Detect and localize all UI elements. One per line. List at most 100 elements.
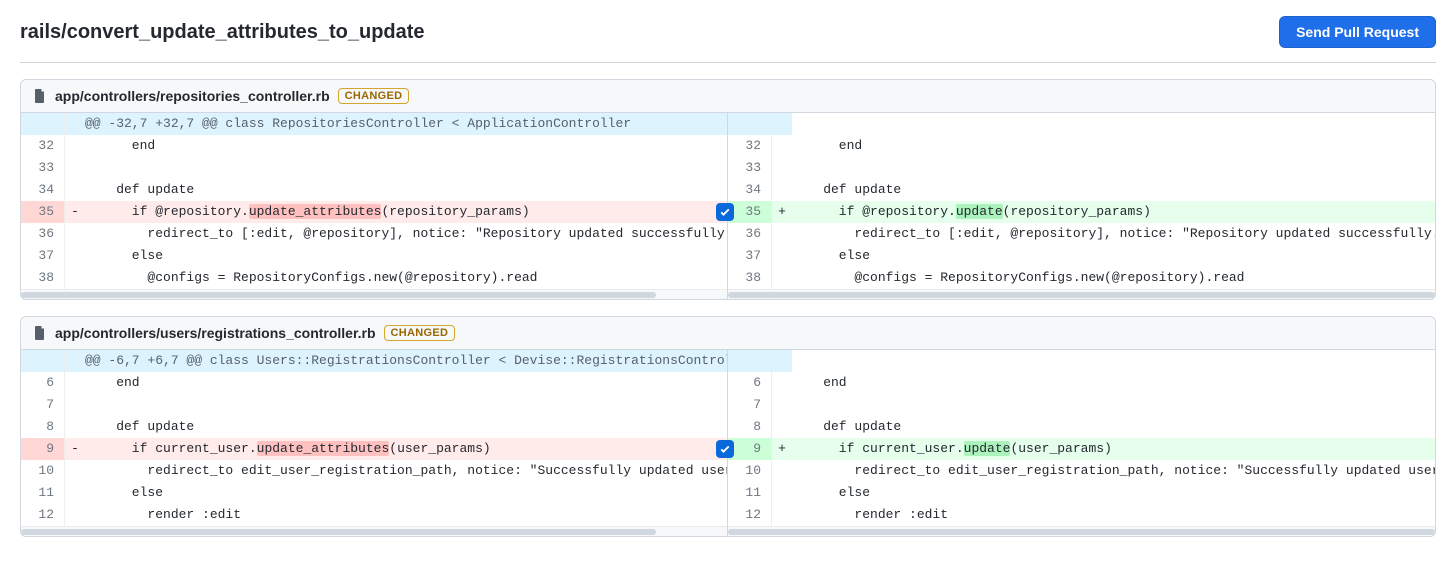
diff-line-context: 37 else (728, 245, 1435, 267)
diff-line-context: 33 (21, 157, 727, 179)
code-content: redirect_to [:edit, @repository], notice… (85, 223, 728, 245)
diff-line-addition: 9+ if current_user.update(user_params) (728, 438, 1435, 460)
diff-line-context: 12 render :edit (21, 504, 727, 526)
diff-line-context: 10 redirect_to edit_user_registration_pa… (728, 460, 1435, 482)
line-number: 9 (728, 438, 772, 460)
line-number: 36 (728, 223, 772, 245)
diff-sign (772, 179, 792, 201)
code-content (792, 157, 1435, 179)
code-content: if current_user.update_attributes(user_p… (85, 438, 727, 460)
diff-sign (65, 416, 85, 438)
line-number: 11 (728, 482, 772, 504)
diff-sign (65, 504, 85, 526)
diff-line-context: 10 redirect_to edit_user_registration_pa… (21, 460, 727, 482)
line-number: 36 (21, 223, 65, 245)
line-number: 10 (21, 460, 65, 482)
diff-line-context: 11 else (21, 482, 727, 504)
diff-line-context: 6 end (728, 372, 1435, 394)
line-number: 37 (728, 245, 772, 267)
line-number: 11 (21, 482, 65, 504)
diff-sign: - (65, 201, 85, 223)
code-content: if @repository.update(repository_params) (792, 201, 1435, 223)
diff-sign (65, 135, 85, 157)
diff-line-context: 36 redirect_to [:edit, @repository], not… (21, 223, 727, 245)
diff-sign (772, 135, 792, 157)
diff-hunk-header: @@ -32,7 +32,7 @@ class RepositoriesCont… (21, 113, 727, 135)
diff-line-context: 12 render :edit (728, 504, 1435, 526)
code-content: render :edit (792, 504, 1435, 526)
diff-highlight: update_attributes (249, 204, 382, 219)
line-number: 10 (728, 460, 772, 482)
diff-sign (772, 267, 792, 289)
accept-change-checkbox[interactable] (716, 203, 734, 221)
page-title: rails/convert_update_attributes_to_updat… (20, 21, 425, 44)
diff-sign (772, 157, 792, 179)
code-content: render :edit (85, 504, 727, 526)
diff-sign (65, 157, 85, 179)
horizontal-scrollbar[interactable] (21, 526, 727, 536)
line-number: 34 (728, 179, 772, 201)
line-number: 12 (21, 504, 65, 526)
code-content: else (792, 482, 1435, 504)
diff-hunk-header: @@ -6,7 +6,7 @@ class Users::Registratio… (21, 350, 727, 372)
code-content: @configs = RepositoryConfigs.new(@reposi… (85, 267, 727, 289)
code-content: end (85, 372, 727, 394)
diff-highlight: update (964, 441, 1011, 456)
code-content: end (792, 372, 1435, 394)
file-path: app/controllers/repositories_controller.… (55, 88, 330, 104)
horizontal-scrollbar[interactable] (728, 526, 1435, 536)
diff-line-deletion: 9- if current_user.update_attributes(use… (21, 438, 727, 460)
page-header: rails/convert_update_attributes_to_updat… (20, 16, 1436, 63)
line-number: 12 (728, 504, 772, 526)
diff-line-context: 6 end (21, 372, 727, 394)
line-number: 35 (21, 201, 65, 223)
code-content: else (85, 482, 727, 504)
diff-highlight: update (956, 204, 1003, 219)
line-number: 6 (21, 372, 65, 394)
diff-sign (65, 460, 85, 482)
file-diff-block: app/controllers/repositories_controller.… (20, 79, 1436, 300)
diff-sign (65, 482, 85, 504)
code-content: def update (85, 179, 727, 201)
diff-sign (772, 394, 792, 416)
code-content: def update (792, 416, 1435, 438)
code-content: redirect_to [:edit, @repository], notice… (792, 223, 1435, 245)
diff-sign (65, 394, 85, 416)
send-pull-request-button[interactable]: Send Pull Request (1279, 16, 1436, 48)
file-status-badge: CHANGED (384, 325, 456, 341)
code-content (792, 394, 1435, 416)
file-header[interactable]: app/controllers/users/registrations_cont… (21, 317, 1435, 350)
diff-sign (65, 267, 85, 289)
diff-line-context: 38 @configs = RepositoryConfigs.new(@rep… (728, 267, 1435, 289)
diff-highlight: update_attributes (257, 441, 390, 456)
code-content: if @repository.update_attributes(reposit… (85, 201, 727, 223)
file-status-badge: CHANGED (338, 88, 410, 104)
diff-line-context: 7 (21, 394, 727, 416)
line-number: 35 (728, 201, 772, 223)
code-content: @configs = RepositoryConfigs.new(@reposi… (792, 267, 1435, 289)
diff-line-context: 34 def update (21, 179, 727, 201)
diff-line-addition: 35+ if @repository.update(repository_par… (728, 201, 1435, 223)
file-header[interactable]: app/controllers/repositories_controller.… (21, 80, 1435, 113)
diff-sign: + (772, 201, 792, 223)
diff-line-context: 7 (728, 394, 1435, 416)
diff-line-context: 38 @configs = RepositoryConfigs.new(@rep… (21, 267, 727, 289)
code-content (85, 157, 727, 179)
code-content: end (792, 135, 1435, 157)
diff-line-context: 36 redirect_to [:edit, @repository], not… (728, 223, 1435, 245)
line-number: 32 (728, 135, 772, 157)
diff-sign (772, 482, 792, 504)
accept-change-checkbox[interactable] (716, 440, 734, 458)
line-number: 7 (21, 394, 65, 416)
diff-line-context: 37 else (21, 245, 727, 267)
diff-line-context: 32 end (21, 135, 727, 157)
file-icon (33, 88, 47, 104)
diff-line-context: 32 end (728, 135, 1435, 157)
code-content (85, 394, 727, 416)
diff-sign (772, 245, 792, 267)
code-content: if current_user.update(user_params) (792, 438, 1435, 460)
code-content: else (792, 245, 1435, 267)
horizontal-scrollbar[interactable] (728, 289, 1435, 299)
diff-sign (65, 245, 85, 267)
horizontal-scrollbar[interactable] (21, 289, 727, 299)
